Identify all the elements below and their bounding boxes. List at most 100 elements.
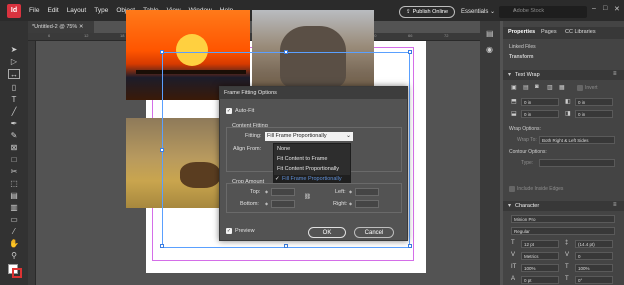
preview-checkbox[interactable]: ✓ [226, 228, 232, 234]
font-size-input[interactable]: 12 pt [521, 240, 559, 248]
gradient-feather-tool-icon[interactable]: ▥ [8, 203, 20, 213]
font-size-icon: T [511, 240, 515, 246]
crop-left-input[interactable] [355, 188, 379, 196]
panel-menu-icon[interactable]: ≡ [613, 202, 617, 208]
gap-tool-icon[interactable]: ↔ [8, 69, 20, 79]
wrap-to-select[interactable]: Both Right & Left Sides [539, 136, 615, 144]
selection-handle[interactable] [160, 148, 164, 152]
horizontal-scale-input[interactable]: 100% [575, 264, 613, 272]
stepper-icon[interactable]: ◆ [349, 201, 352, 206]
vertical-scale-icon: IT [511, 264, 517, 270]
close-tab-icon[interactable]: ✕ [79, 24, 84, 30]
tab-properties[interactable]: Properties [508, 29, 535, 35]
chain-link-icon[interactable]: ⛓ [304, 194, 311, 200]
character-section-header[interactable]: Character [503, 201, 624, 211]
selection-handle[interactable] [160, 50, 164, 54]
jump-object-icon[interactable]: ▥ [547, 84, 553, 91]
menu-layout[interactable]: Layout [67, 7, 87, 14]
tracking-input[interactable]: 0 [575, 252, 613, 260]
tools-panel: ➤ ▷ ↔ ▯ T ╱ ✒ ✎ ⊠ □ ✂ ⬚ ▤ ▥ ▭ ⁄ ✋ ⚲ [0, 21, 28, 285]
publish-online-button[interactable]: ⇪ Publish Online [399, 6, 455, 18]
crop-right-input[interactable] [355, 200, 379, 208]
stepper-icon[interactable]: ◆ [265, 201, 268, 206]
collapse-arrow-icon[interactable]: ▾ [508, 71, 511, 78]
rectangle-frame-tool-icon[interactable]: ⊠ [8, 143, 20, 153]
fitting-select[interactable]: Fill Frame Proportionally ⌄ [265, 132, 353, 141]
fitting-option-fill-frame-proportionally[interactable]: Fill Frame Proportionally [282, 176, 342, 182]
free-transform-tool-icon[interactable]: ⬚ [8, 179, 20, 189]
top-offset-input[interactable]: 0 in [521, 98, 559, 106]
ok-button[interactable]: OK [308, 227, 346, 238]
include-inside-edges-checkbox[interactable] [509, 186, 515, 192]
fitting-option-fit-content-to-frame[interactable]: Fit Content to Frame [277, 156, 327, 162]
zoom-tool-icon[interactable]: ⚲ [8, 251, 20, 261]
line-tool-icon[interactable]: ╱ [8, 107, 20, 117]
cc-libraries-icon[interactable]: ◉ [486, 45, 493, 54]
fitting-option-fit-content-proportionally[interactable]: Fit Content Proportionally [277, 166, 339, 172]
stroke-swatch-icon[interactable] [12, 268, 22, 278]
collapse-arrow-icon[interactable]: ▾ [508, 202, 511, 209]
fitting-dropdown-menu: None Fit Content to Frame Fit Content Pr… [273, 143, 351, 184]
tab-cc-libraries[interactable]: CC Libraries [565, 29, 596, 35]
kerning-input[interactable]: Metrics [521, 252, 559, 260]
tab-pages[interactable]: Pages [541, 29, 557, 35]
stepper-icon[interactable]: ◆ [265, 189, 268, 194]
pencil-tool-icon[interactable]: ✎ [8, 131, 20, 141]
stock-search-input[interactable]: ⌕ Adobe Stock [499, 6, 587, 18]
wrap-bounding-box-icon[interactable]: ▤ [523, 84, 529, 91]
leading-input[interactable]: (14.4 pt) [575, 240, 613, 248]
panel-menu-icon[interactable]: ≡ [613, 71, 617, 77]
menu-edit[interactable]: Edit [47, 7, 58, 14]
document-tab[interactable]: *Untitled-2 @ 75% ✕ [28, 21, 94, 33]
jump-next-column-icon[interactable]: ▦ [559, 84, 565, 91]
font-family-select[interactable]: Minion Pro [511, 215, 615, 223]
minimize-icon[interactable]: – [592, 5, 596, 12]
wrap-options-label: Wrap Options: [509, 126, 541, 132]
auto-fit-checkbox[interactable]: ✓ [226, 108, 232, 114]
wrap-object-shape-icon[interactable]: ◙ [535, 84, 539, 90]
font-style-select[interactable]: Regular [511, 227, 615, 235]
gradient-tool-icon[interactable]: ▤ [8, 191, 20, 201]
selection-tool-icon[interactable]: ➤ [8, 45, 20, 55]
page-tool-icon[interactable]: ▯ [8, 83, 20, 93]
workspace-switcher[interactable]: Essentials ⌄ [461, 8, 495, 15]
left-offset-input[interactable]: 0 in [575, 98, 613, 106]
workspace-label: Essentials [461, 9, 489, 15]
selection-handle[interactable] [284, 244, 288, 248]
hand-tool-icon[interactable]: ✋ [8, 239, 20, 249]
stepper-icon[interactable]: ◆ [349, 189, 352, 194]
selection-handle[interactable] [284, 50, 288, 54]
type-tool-icon[interactable]: T [8, 95, 20, 105]
frame-fitting-options-dialog: Frame Fitting Options ✓ Auto-Fit Content… [219, 86, 408, 241]
selection-handle[interactable] [160, 244, 164, 248]
no-wrap-icon[interactable]: ▣ [511, 84, 517, 91]
menu-file[interactable]: File [29, 7, 39, 14]
skew-input[interactable]: 0° [575, 276, 613, 284]
upload-icon: ⇪ [405, 9, 411, 15]
menu-type[interactable]: Type [94, 7, 108, 14]
selection-handle[interactable] [408, 244, 412, 248]
selection-handle[interactable] [408, 50, 412, 54]
contour-type-select[interactable] [539, 159, 615, 167]
right-offset-input[interactable]: 0 in [575, 110, 613, 118]
invert-checkbox[interactable] [577, 85, 583, 91]
vertical-scale-input[interactable]: 100% [521, 264, 559, 272]
cancel-button[interactable]: Cancel [354, 227, 394, 238]
ruler-number: 18 [120, 33, 125, 38]
fitting-option-none[interactable]: None [277, 146, 290, 152]
properties-icon[interactable]: ▤ [486, 29, 494, 38]
text-wrap-section-header[interactable]: Text Wrap [503, 70, 624, 80]
bottom-offset-input[interactable]: 0 in [521, 110, 559, 118]
collapsed-panel-dock: ▤ ◉ [480, 21, 500, 285]
direct-selection-tool-icon[interactable]: ▷ [8, 57, 20, 67]
eyedropper-tool-icon[interactable]: ⁄ [8, 227, 20, 237]
crop-top-input[interactable] [271, 188, 295, 196]
note-tool-icon[interactable]: ▭ [8, 215, 20, 225]
pen-tool-icon[interactable]: ✒ [8, 119, 20, 129]
maximize-icon[interactable]: □ [603, 5, 607, 12]
close-icon[interactable]: ✕ [614, 5, 620, 13]
rectangle-tool-icon[interactable]: □ [8, 155, 20, 165]
crop-bottom-input[interactable] [271, 200, 295, 208]
scissors-tool-icon[interactable]: ✂ [8, 167, 20, 177]
baseline-shift-input[interactable]: 0 pt [521, 276, 559, 284]
